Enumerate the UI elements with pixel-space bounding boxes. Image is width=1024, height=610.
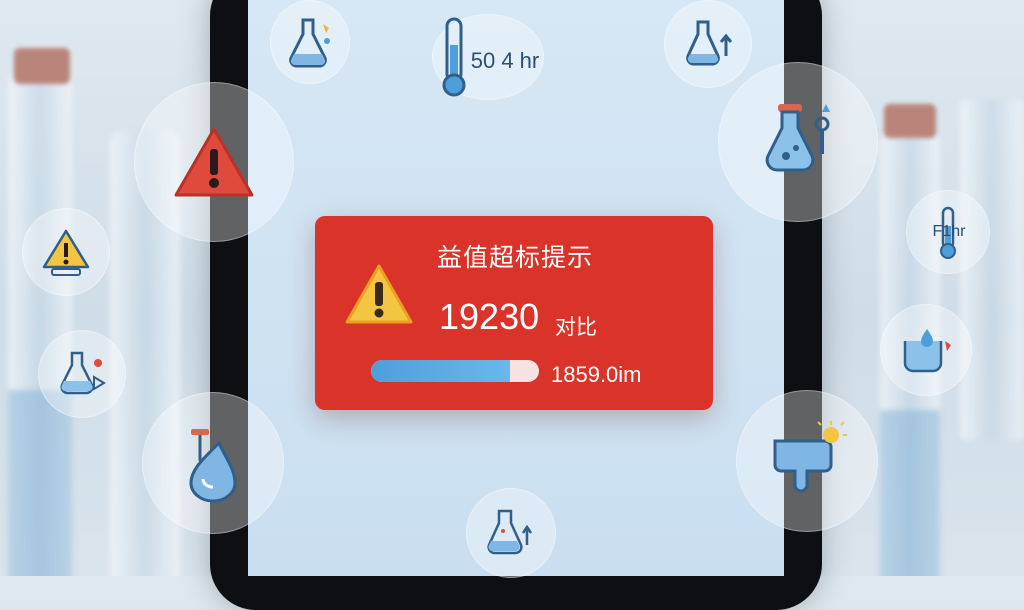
alert-title: 益值超标提示 <box>437 243 594 272</box>
thermometer-bubble[interactable]: 50 4 hr <box>432 14 544 100</box>
progress-fill <box>371 360 511 382</box>
flask-drop-bubble[interactable] <box>270 0 350 84</box>
flask-bottom-icon <box>487 509 533 555</box>
flask-bottom-bubble[interactable] <box>466 488 556 578</box>
test-tube-cap-right <box>884 104 936 138</box>
alert-value: 19230 <box>439 296 540 337</box>
alert-unit: 对比 <box>555 315 597 339</box>
water-tank-bubble[interactable] <box>736 390 878 532</box>
lab-equipment-right <box>960 100 1024 440</box>
warning-bubble-large[interactable] <box>134 82 294 242</box>
warning-sign-bubble[interactable] <box>22 208 110 296</box>
thermometer-reading: 50 4 hr <box>470 48 540 73</box>
warning-sign-icon <box>42 229 90 276</box>
flask-small-icon <box>60 351 106 395</box>
test-tube-left <box>8 70 72 576</box>
warning-triangle-icon <box>345 264 413 324</box>
thermometer-gauge-bubble[interactable]: F1hr <box>906 190 990 274</box>
flask-dropper-bubble[interactable] <box>718 62 878 222</box>
thermometer-icon <box>442 17 466 97</box>
thermometer-small-reading: F1hr <box>932 223 966 240</box>
water-drop-icon <box>189 429 237 503</box>
flask-arrow-icon <box>686 20 733 66</box>
water-drop-bubble[interactable] <box>142 392 284 534</box>
test-tube-cap-left <box>14 48 70 84</box>
water-tank-icon <box>773 421 847 493</box>
flask-dropper-icon <box>765 104 830 172</box>
beaker-drop-bubble[interactable] <box>880 304 972 396</box>
flask-drop-icon <box>289 18 330 68</box>
progress-value: 1859.0im <box>551 362 642 387</box>
exceed-alert-card[interactable]: 益值超标提示 19230 对比 1859.0im <box>315 216 713 410</box>
beaker-drop-icon <box>903 329 951 373</box>
flask-small-bubble[interactable] <box>38 330 126 418</box>
warning-triangle-icon <box>174 127 254 197</box>
progress-bar <box>371 360 539 382</box>
flask-arrow-bubble[interactable] <box>664 0 752 88</box>
